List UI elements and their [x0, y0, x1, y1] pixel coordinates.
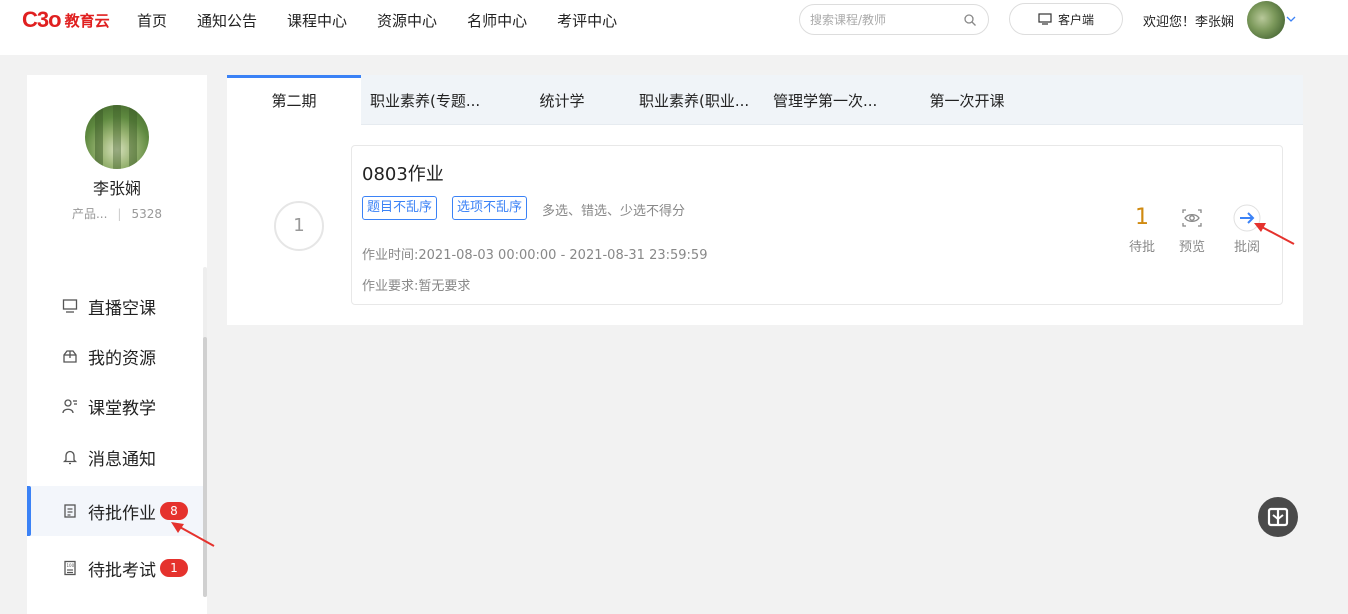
user-id: 5328 — [131, 207, 163, 221]
avatar[interactable] — [1247, 1, 1285, 39]
tab-course-1[interactable]: 第二期 — [227, 75, 361, 125]
meta-divider: | — [117, 207, 122, 221]
monitor-icon — [62, 299, 78, 313]
sidebar-item-resources[interactable]: 我的资源 — [27, 331, 203, 381]
user-dept: 产品... — [71, 207, 108, 221]
course-tabs: 第二期 职业素养(专题... 统计学 职业素养(职业... 管理学第一次... … — [227, 75, 1303, 125]
exam-icon: 100 — [64, 560, 76, 576]
annotation-arrow-icon — [1254, 223, 1295, 245]
assignment-requirement: 作业要求:暂无要求 — [362, 279, 471, 294]
assignment-card: 0803作业 题目不乱序 选项不乱序 多选、错选、少选不得分 作业时间:2021… — [351, 145, 1283, 305]
sidebar-item-live[interactable]: 直播空课 — [27, 281, 203, 331]
homework-count-badge: 8 — [160, 502, 188, 520]
scoring-rule: 多选、错选、少选不得分 — [542, 204, 686, 219]
svg-text:100: 100 — [67, 563, 75, 568]
nav-evaluation-center[interactable]: 考评中心 — [557, 10, 617, 31]
user-meta: 产品... | 5328 — [27, 205, 207, 222]
main-panel: 第二期 职业素养(专题... 统计学 职业素养(职业... 管理学第一次... … — [227, 75, 1303, 325]
assignment-index: 1 — [274, 201, 324, 251]
search-icon[interactable] — [964, 14, 976, 26]
tab-course-3[interactable]: 统计学 — [495, 75, 629, 125]
chevron-down-icon[interactable] — [1286, 14, 1296, 24]
user-avatar — [85, 105, 149, 169]
sidebar-item-classroom[interactable]: 课堂教学 — [27, 381, 203, 431]
nav-notice[interactable]: 通知公告 — [197, 10, 257, 31]
preview-label: 预览 — [1178, 240, 1205, 255]
pending-stat: 1 待批 — [1120, 204, 1164, 255]
tab-course-5[interactable]: 管理学第一次... — [763, 75, 897, 125]
tag-option-order: 选项不乱序 — [452, 196, 528, 220]
top-header: C3o 教育云 首页 通知公告 课程中心 资源中心 名师中心 考评中心 客户端 … — [0, 0, 1348, 55]
assignment-title: 0803作业 — [362, 164, 444, 185]
search-box — [799, 4, 989, 35]
user-name: 李张娴 — [92, 179, 141, 198]
welcome-text: 欢迎您！李张娴 — [1143, 15, 1235, 30]
sidebar-item-label: 直播空课 — [88, 298, 156, 319]
logo-text: 教育云 — [64, 11, 110, 30]
nav-course-center[interactable]: 课程中心 — [287, 10, 347, 31]
nav-resource-center[interactable]: 资源中心 — [377, 10, 437, 31]
site-logo[interactable]: C3o 教育云 — [22, 6, 110, 34]
client-label: 客户端 — [1057, 12, 1094, 27]
tab-course-4[interactable]: 职业素养(职业... — [629, 75, 763, 125]
preview-button[interactable]: 预览 — [1170, 204, 1214, 255]
teacher-icon — [62, 399, 77, 414]
sidebar-item-pending-exam[interactable]: 100 待批考试 1 — [27, 543, 203, 593]
book-icon — [1267, 507, 1289, 527]
pending-count: 1 — [1135, 205, 1149, 230]
box-icon — [63, 350, 77, 363]
sidebar-item-label: 我的资源 — [88, 348, 156, 369]
exam-count-badge: 1 — [160, 559, 188, 577]
main-nav: 首页 通知公告 课程中心 资源中心 名师中心 考评中心 — [137, 0, 647, 40]
homework-icon — [64, 504, 76, 518]
nav-home[interactable]: 首页 — [137, 10, 167, 31]
scrollbar-thumb[interactable] — [203, 337, 207, 597]
logo-mark: C3o — [22, 7, 62, 32]
nav-teacher-center[interactable]: 名师中心 — [467, 10, 527, 31]
tab-course-2[interactable]: 职业素养(专题... — [361, 75, 495, 125]
sidebar-item-messages[interactable]: 消息通知 — [27, 432, 203, 482]
assignment-time: 作业时间:2021-08-03 00:00:00 - 2021-08-31 23… — [362, 248, 708, 263]
sidebar-item-label: 课堂教学 — [88, 398, 156, 419]
sidebar-item-label: 待批考试 — [88, 560, 156, 581]
sidebar-item-label: 待批作业 — [88, 503, 156, 524]
annotation-arrow-icon — [171, 522, 215, 547]
search-input[interactable] — [810, 11, 955, 29]
pending-label: 待批 — [1128, 240, 1155, 255]
client-download-button[interactable]: 客户端 — [1009, 3, 1123, 35]
floating-manual-button[interactable] — [1258, 497, 1298, 537]
tab-course-6[interactable]: 第一次开课 — [897, 75, 1037, 125]
bell-icon — [62, 450, 78, 465]
sidebar-item-label: 消息通知 — [88, 449, 156, 470]
tag-question-order: 题目不乱序 — [362, 196, 438, 220]
eye-icon — [1182, 209, 1202, 227]
monitor-icon — [1038, 13, 1052, 25]
